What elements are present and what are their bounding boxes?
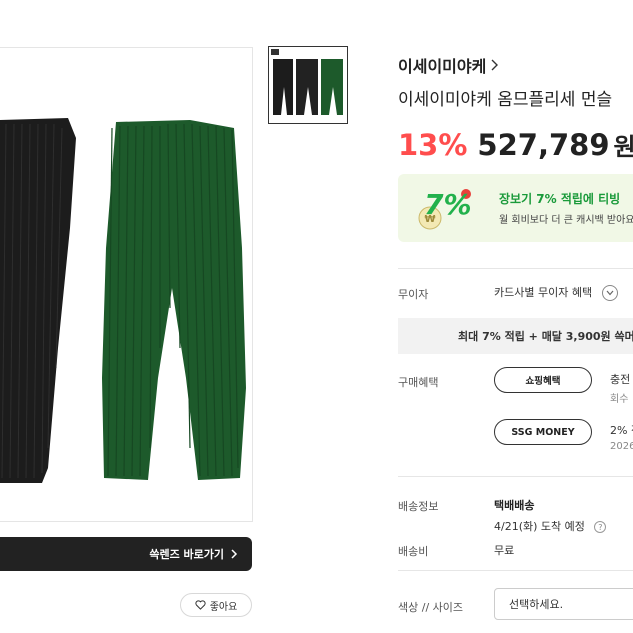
- divider: [398, 476, 633, 477]
- pants-image: [0, 118, 246, 483]
- shopping-benefit-button[interactable]: 쇼핑혜택: [494, 367, 592, 393]
- brand-link[interactable]: 이세이미야케: [398, 53, 499, 77]
- sslens-button[interactable]: 쓱렌즈 바로가기: [0, 537, 252, 571]
- chevron-right-icon: [231, 549, 238, 559]
- main-product-image[interactable]: [0, 47, 253, 522]
- shipping-fee-label: 배송비: [398, 545, 429, 558]
- ssg-money-text: 2% 적: [610, 424, 633, 437]
- promo-banner[interactable]: ₩ 7% 장보기 7% 적립에 티빙 월 회비보다 더 큰 캐시백 받아요: [398, 174, 633, 242]
- shopping-benefit-text: 충전: [610, 373, 631, 386]
- ssg-money-label: SSG MONEY: [511, 426, 575, 438]
- option-select[interactable]: 선택하세요.: [494, 588, 633, 620]
- promo-title: 장보기 7% 적립에 티빙: [499, 192, 621, 206]
- divider: [398, 268, 633, 269]
- price-unit: 원: [613, 133, 633, 161]
- like-label: 좋아요: [209, 601, 238, 613]
- brand-name: 이세이미야케: [398, 57, 487, 76]
- benefit-strip[interactable]: 최대 7% 적립 + 매달 3,900원 쓱머: [398, 318, 633, 354]
- shipping-info-label: 배송정보: [398, 500, 439, 513]
- product-thumbnail[interactable]: [268, 46, 348, 124]
- chevron-right-icon: [491, 59, 499, 71]
- ssg-money-sub: 2026: [610, 441, 633, 452]
- shipping-type: 택배배송: [494, 499, 535, 512]
- question-circle-icon[interactable]: ?: [594, 521, 607, 533]
- purchase-benefit-label: 구매혜택: [398, 376, 439, 389]
- shipping-date-text: 4/21(화) 도착 예정: [494, 520, 585, 533]
- sale-price: 527,789: [477, 128, 610, 162]
- shipping-date: 4/21(화) 도착 예정 ?: [494, 518, 607, 534]
- product-title: 이세이미야케 옴므플리세 먼슬: [398, 90, 613, 110]
- shopping-benefit-label: 쇼핑혜택: [525, 376, 561, 387]
- promo-badge: 7%: [424, 188, 472, 221]
- chevron-down-circle-icon: [601, 285, 618, 301]
- promo-subtitle: 월 회비보다 더 큰 캐시백 받아요: [499, 215, 633, 226]
- shipping-fee: 무료: [494, 544, 515, 557]
- muija-value[interactable]: 카드사별 무이자 혜택: [494, 284, 618, 301]
- heart-icon: [195, 600, 206, 610]
- divider: [398, 570, 633, 571]
- option-label: 색상 // 사이즈: [398, 601, 464, 614]
- option-select-placeholder: 선택하세요.: [509, 598, 564, 611]
- thumbnail-image: [271, 49, 343, 115]
- sslens-label: 쓱렌즈 바로가기: [149, 548, 224, 561]
- discount-rate: 13%: [398, 128, 468, 162]
- muija-label: 무이자: [398, 288, 429, 301]
- ssg-money-button[interactable]: SSG MONEY: [494, 419, 592, 445]
- benefit-strip-text: 최대 7% 적립 + 매달 3,900원 쓱머: [458, 330, 633, 343]
- shopping-benefit-sub: 회수: [610, 394, 629, 405]
- muija-text: 카드사별 무이자 혜택: [494, 286, 593, 299]
- price-row: 13% 527,789 원 (: [398, 127, 633, 162]
- like-button[interactable]: 좋아요: [180, 593, 252, 617]
